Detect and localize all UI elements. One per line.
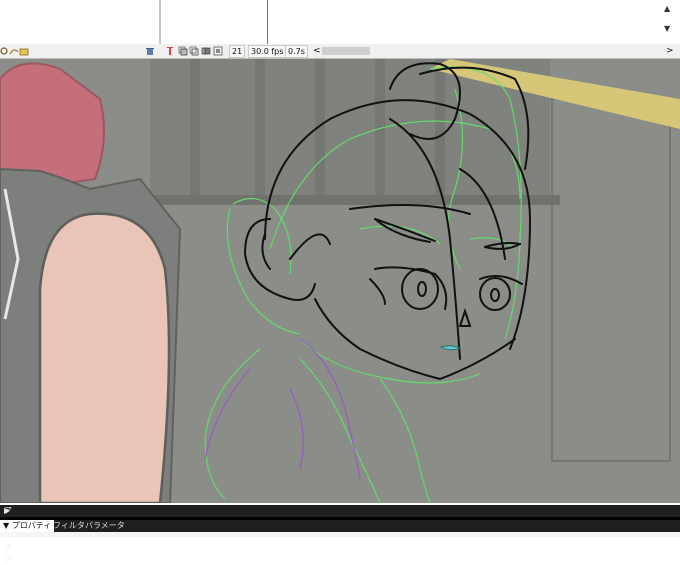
playhead[interactable]	[267, 0, 268, 44]
layer-column-divider[interactable]	[159, 0, 161, 44]
frame-rate-field[interactable]: 30.0 fps	[248, 45, 287, 58]
motion-guide-icon[interactable]	[9, 46, 19, 56]
center-frame-icon[interactable]	[166, 46, 174, 56]
timeline-panel[interactable]: ▲ ▼	[0, 0, 680, 45]
tab-properties[interactable]: ▼ プロパティ	[0, 520, 55, 532]
add-folder-icon[interactable]	[19, 46, 29, 56]
modify-markers-icon[interactable]	[213, 46, 223, 56]
current-frame-field[interactable]: 21	[229, 45, 246, 58]
tab-properties-label: プロパティ	[11, 521, 52, 530]
collapse-arrow-icon: ▼	[3, 521, 10, 530]
skin-arm	[38, 212, 171, 503]
properties-panel-tabs: ▼ プロパティ フィルタ パラメータ	[0, 520, 680, 532]
timeline-status-bar: 21 30.0 fps 0.7s < >	[0, 44, 680, 59]
bottom-strip	[0, 532, 680, 537]
actions-panel-header[interactable]: ▶ アクション	[0, 505, 680, 563]
stage-drawing	[0, 59, 680, 503]
edit-multiple-frames-icon[interactable]	[201, 46, 211, 56]
timeline-horizontal-scrollbar[interactable]	[322, 47, 370, 55]
trash-icon[interactable]	[145, 46, 155, 56]
onion-skin-icon[interactable]	[178, 46, 188, 56]
elapsed-time-field[interactable]: 0.7s	[285, 45, 308, 58]
timeline-scroll-right-button[interactable]: >	[666, 46, 674, 56]
stage-canvas[interactable]	[0, 59, 680, 503]
tab-parameters[interactable]: パラメータ	[82, 520, 128, 532]
timeline-scroll-up-button[interactable]: ▲	[664, 4, 670, 13]
timeline-scroll-down-button[interactable]: ▼	[664, 24, 670, 33]
onion-skin-outline-icon[interactable]	[189, 46, 199, 56]
timeline-scroll-left-button[interactable]: <	[313, 46, 321, 56]
